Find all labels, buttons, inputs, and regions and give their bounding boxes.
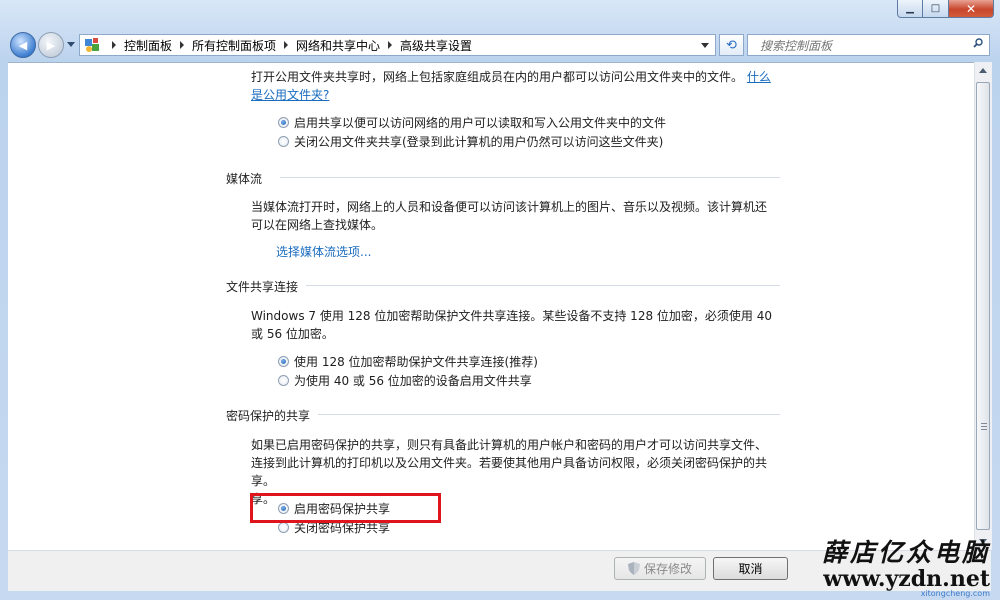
breadcrumb-advanced-sharing[interactable]: 高级共享设置: [400, 37, 472, 54]
minimize-icon: ▁: [906, 3, 914, 14]
title-bar: ▁ □ ✕: [0, 0, 1000, 30]
media-streaming-options-link-wrap: 选择媒体流选项...: [276, 243, 371, 261]
refresh-button[interactable]: ⟲: [719, 34, 744, 56]
section-title-file-sharing-connections: 文件共享连接: [226, 280, 299, 294]
radio-40-56bit-encryption[interactable]: 为使用 40 或 56 位加密的设备启用文件共享: [278, 371, 532, 389]
section-divider: [280, 177, 780, 178]
advanced-sharing-settings-panel: 打开公用文件夹共享时，网络上包括家庭组成员在内的用户都可以访问公用文件夹中的文件…: [8, 62, 974, 551]
save-changes-label: 保存修改: [643, 562, 692, 576]
caption-buttons: ▁ □ ✕: [897, 0, 994, 20]
description-line: 连接到此计算机的打印机以及公用文件夹。若要使其他用户具备访问权限，必须关闭密码保…: [251, 456, 768, 488]
uac-shield-icon: [627, 562, 640, 575]
forward-arrow-icon: ▶: [46, 38, 56, 52]
public-folder-description-text: 打开公用文件夹共享时，网络上包括家庭组成员在内的用户都可以访问公用文件夹中的文件…: [251, 70, 744, 84]
radio-128bit-encryption[interactable]: 使用 128 位加密帮助保护文件共享连接(推荐): [278, 352, 538, 370]
search-icon[interactable]: [973, 38, 983, 48]
cancel-label: 取消: [738, 562, 763, 576]
control-panel-icon: [85, 38, 99, 52]
radio-enable-public-sharing[interactable]: 启用共享以便可以访问网络的用户可以读取和写入公用文件夹中的文件: [278, 113, 666, 131]
breadcrumb-separator-icon[interactable]: [284, 41, 289, 49]
breadcrumb-control-panel[interactable]: 控制面板: [124, 37, 172, 54]
radio-button[interactable]: [278, 135, 289, 147]
radio-button[interactable]: [278, 374, 289, 386]
breadcrumb: 控制面板 所有控制面板项 网络和共享中心 高级共享设置: [124, 37, 472, 54]
recent-pages-dropdown-icon[interactable]: [67, 42, 75, 47]
back-arrow-icon: ◀: [18, 38, 28, 52]
minimize-button[interactable]: ▁: [897, 0, 923, 18]
address-history-dropdown-icon[interactable]: [701, 43, 709, 48]
close-icon: ✕: [965, 1, 977, 16]
radio-button[interactable]: [278, 521, 289, 533]
public-folder-link-line: 是公用文件夹?: [251, 86, 329, 104]
file-sharing-description: Windows 7 使用 128 位加密帮助保护文件共享连接。某些设备不支持 1…: [251, 307, 772, 343]
maximize-button[interactable]: □: [923, 0, 949, 18]
breadcrumb-network-center[interactable]: 网络和共享中心: [296, 37, 380, 54]
what-is-public-folder-link[interactable]: 什么: [747, 70, 771, 84]
radio-button-selected[interactable]: [278, 355, 289, 367]
description-line: 如果已启用密码保护的共享，则只有具备此计算机的用户帐户和密码的用户才可以访问共享…: [251, 438, 768, 452]
radio-label: 使用 128 位加密帮助保护文件共享连接(推荐): [294, 354, 538, 369]
radio-label: 关闭公用文件夹共享(登录到此计算机的用户仍然可以访问这些文件夹): [294, 134, 664, 149]
highlight-box: [250, 493, 441, 523]
description-line: 可以在网络上查找媒体。: [251, 218, 384, 232]
radio-label: 为使用 40 或 56 位加密的设备启用文件共享: [294, 373, 532, 388]
watermark-title: 薛店亿众电脑: [821, 538, 990, 567]
watermark-url: www.yzdn.net: [823, 566, 990, 592]
watermark: 薛店亿众电脑 www.yzdn.net xitongcheng.com: [822, 538, 990, 598]
section-divider: [306, 285, 780, 286]
media-streaming-description: 当媒体流打开时，网络上的人员和设备便可以访问该计算机上的图片、音乐以及视频。该计…: [251, 198, 767, 234]
search-input[interactable]: [758, 36, 962, 56]
navigation-bar: ◀ ▶ 控制面板 所有控制面板项 网络和共享中心 高级共享设置 ⟲: [0, 30, 1000, 62]
search-box[interactable]: [747, 34, 990, 56]
cancel-button[interactable]: 取消: [713, 557, 788, 580]
refresh-icon: ⟲: [726, 37, 737, 53]
description-line: 或 56 位加密。: [251, 327, 334, 341]
section-title-media-streaming: 媒体流: [226, 172, 263, 186]
public-folder-description: 打开公用文件夹共享时，网络上包括家庭组成员在内的用户都可以访问公用文件夹中的文件…: [251, 68, 771, 86]
radio-disable-public-sharing[interactable]: 关闭公用文件夹共享(登录到此计算机的用户仍然可以访问这些文件夹): [278, 132, 663, 150]
scroll-up-arrow-icon[interactable]: [979, 68, 987, 73]
description-line: Windows 7 使用 128 位加密帮助保护文件共享连接。某些设备不支持 1…: [251, 309, 772, 323]
window-frame: ▁ □ ✕ ◀ ▶ 控制面板 所有控制面板项 网络和共享中心 高级共享设置 ⟲ …: [0, 0, 1000, 600]
close-button[interactable]: ✕: [949, 0, 994, 18]
radio-button-selected[interactable]: [278, 116, 289, 128]
choose-media-streaming-options-link[interactable]: 选择媒体流选项...: [276, 245, 371, 259]
breadcrumb-separator-icon[interactable]: [388, 41, 393, 49]
radio-label: 启用共享以便可以访问网络的用户可以读取和写入公用文件夹中的文件: [294, 115, 667, 130]
save-changes-button[interactable]: 保存修改: [614, 557, 706, 580]
breadcrumb-all-items[interactable]: 所有控制面板项: [192, 37, 276, 54]
section-title-password-sharing: 密码保护的共享: [226, 409, 311, 423]
breadcrumb-separator-icon[interactable]: [112, 41, 116, 49]
maximize-icon: □: [930, 3, 941, 14]
forward-button[interactable]: ▶: [38, 32, 64, 58]
address-bar[interactable]: 控制面板 所有控制面板项 网络和共享中心 高级共享设置: [79, 34, 716, 56]
section-divider: [318, 414, 780, 415]
vertical-scrollbar[interactable]: [974, 62, 992, 550]
back-button[interactable]: ◀: [10, 32, 36, 58]
scrollbar-grip-icon: [981, 423, 987, 430]
what-is-public-folder-link-cont[interactable]: 是公用文件夹?: [251, 88, 329, 102]
description-line: 当媒体流打开时，网络上的人员和设备便可以访问该计算机上的图片、音乐以及视频。该计…: [251, 200, 768, 214]
scrollbar-thumb[interactable]: [976, 82, 990, 530]
breadcrumb-separator-icon[interactable]: [180, 41, 185, 49]
